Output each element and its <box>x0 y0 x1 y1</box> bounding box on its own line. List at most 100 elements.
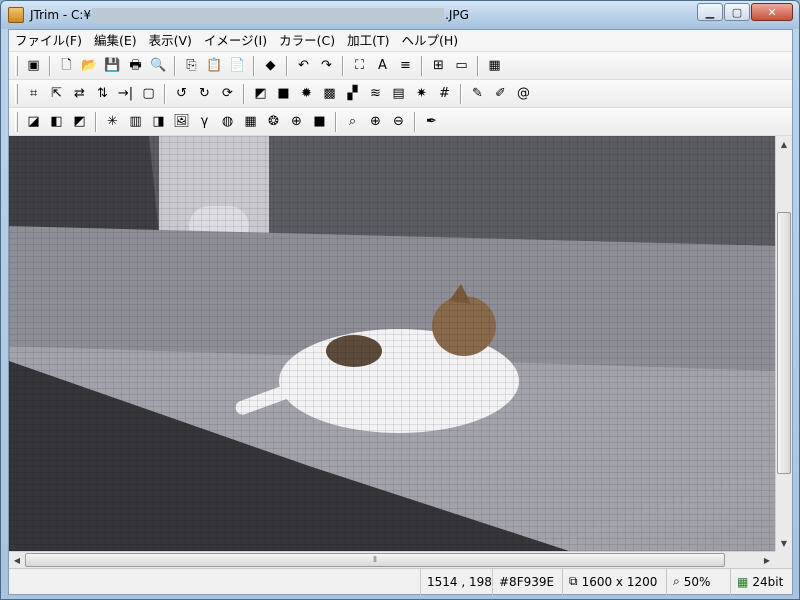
image-size-value: 1600 x 1200 <box>581 574 658 589</box>
menu-edit[interactable]: 編集(E) <box>88 30 143 52</box>
undo-button[interactable]: ↶ <box>292 55 315 77</box>
horizontal-scrollbar[interactable]: ◀ ⦀ ▶ <box>9 551 775 568</box>
grid-view-button[interactable]: ⊞ <box>427 55 450 77</box>
app-window: JTrim - C:¥ .JPG ▁ ▢ ✕ ファイル(F) 編集(E) 表示(… <box>0 0 800 600</box>
rotate-90-left-button[interactable]: ↺ <box>170 83 193 105</box>
grid-view-icon: ⊞ <box>433 58 444 73</box>
print-preview-icon: 🔍 <box>150 58 167 73</box>
paste-button[interactable]: 📋 <box>203 55 226 77</box>
horizontal-scroll-thumb[interactable]: ⦀ <box>25 553 725 567</box>
frame-button[interactable]: ▭ <box>450 55 473 77</box>
spiral-button[interactable]: @ <box>512 83 535 105</box>
color-balance-icon: ◨ <box>152 114 165 129</box>
xor-button[interactable]: ⊕ <box>285 111 308 133</box>
contrast-button[interactable]: ◩ <box>68 111 91 133</box>
fit-window-button[interactable]: ⛶ <box>348 55 371 77</box>
border-button[interactable]: ▢ <box>137 83 160 105</box>
color-bars-button[interactable]: ▥ <box>124 111 147 133</box>
palette-button[interactable]: ▦ <box>483 55 506 77</box>
toolbar-grip[interactable] <box>15 111 18 132</box>
open-window-button[interactable]: ▣ <box>22 55 45 77</box>
gradient-button[interactable]: ◪ <box>22 111 45 133</box>
menu-view[interactable]: 表示(V) <box>143 30 198 52</box>
dark-button[interactable]: ■ <box>308 111 331 133</box>
title-bar[interactable]: JTrim - C:¥ .JPG ▁ ▢ ✕ <box>1 1 799 29</box>
shrink-icon: →| <box>117 86 134 101</box>
resize-icon: ⇱ <box>51 86 62 101</box>
edge-icon: # <box>439 86 450 101</box>
scroll-down-arrow[interactable]: ▼ <box>776 535 792 551</box>
toolbar-grip[interactable] <box>15 55 18 76</box>
brush-button[interactable]: ✐ <box>489 83 512 105</box>
edge-button[interactable]: # <box>433 83 456 105</box>
toolbar-grip[interactable] <box>15 83 18 104</box>
window-controls: ▁ ▢ ✕ <box>696 3 793 21</box>
text-icon: A <box>378 58 387 73</box>
copy-button[interactable]: ⎘ <box>180 55 203 77</box>
paste-new-button[interactable]: 📄 <box>226 55 249 77</box>
color-wheel-button[interactable]: ◍ <box>216 111 239 133</box>
rotate-90-left-icon: ↺ <box>176 86 187 101</box>
sparkle-filter-button[interactable]: ✳ <box>101 111 124 133</box>
print-preview-button[interactable]: 🔍 <box>147 55 170 77</box>
print-button[interactable]: 🖶 <box>124 55 147 77</box>
rotate-90-right-button[interactable]: ↻ <box>193 83 216 105</box>
wave-button[interactable]: ≋ <box>364 83 387 105</box>
vertical-scroll-thumb[interactable] <box>777 212 791 474</box>
resize-button[interactable]: ⇱ <box>45 83 68 105</box>
zoom-out-button[interactable]: ⊖ <box>387 111 410 133</box>
gamma-button[interactable]: γ <box>193 111 216 133</box>
emboss-button[interactable]: ▤ <box>387 83 410 105</box>
print-icon: 🖶 <box>129 58 142 73</box>
scroll-up-arrow[interactable]: ▲ <box>776 136 792 152</box>
vertical-scrollbar[interactable]: ▲ ▼ <box>775 136 792 551</box>
toolbar-separator <box>243 83 245 104</box>
paste-new-icon: 📄 <box>229 58 246 73</box>
toolbar-main: ▣ 🗋 📂 💾 🖶 🔍 ⎘ 📋 📄 ◆ ↶ ↷ ⛶ A ≡ ⊞ ▭ ▦ <box>9 52 792 80</box>
redo-button[interactable]: ↷ <box>315 55 338 77</box>
menu-help[interactable]: ヘルプ(H) <box>396 30 465 52</box>
checker-button[interactable]: ▦ <box>239 111 262 133</box>
minimize-button[interactable]: ▁ <box>697 3 723 21</box>
sepia-button[interactable]: ◧ <box>45 111 68 133</box>
image-button[interactable]: 🖼 <box>170 111 193 133</box>
pen-button[interactable]: ✎ <box>466 83 489 105</box>
gray-box-button[interactable]: ■ <box>272 83 295 105</box>
rgb-button[interactable]: ❂ <box>262 111 285 133</box>
zoom-in-button[interactable]: ⊕ <box>364 111 387 133</box>
menu-process[interactable]: 加工(T) <box>341 30 395 52</box>
color-balance-button[interactable]: ◨ <box>147 111 170 133</box>
toolbar-image: ⌗ ⇱ ⇄ ⇅ →| ▢ ↺ ↻ ⟳ ◩ ■ ✹ ▩ ▞ ≋ ▤ ✷ # ✎ ✐ @ <box>9 80 792 108</box>
open-folder-button[interactable]: 📂 <box>78 55 101 77</box>
save-button[interactable]: 💾 <box>101 55 124 77</box>
align-button[interactable]: ≡ <box>394 55 417 77</box>
menu-color[interactable]: カラー(C) <box>273 30 341 52</box>
eyedropper-button[interactable]: ✒ <box>420 111 443 133</box>
blur-button[interactable]: ✹ <box>295 83 318 105</box>
sparkle-button[interactable]: ✷ <box>410 83 433 105</box>
rotate-free-button[interactable]: ⟳ <box>216 83 239 105</box>
image-canvas[interactable] <box>9 136 775 551</box>
scroll-left-arrow[interactable]: ◀ <box>9 552 25 568</box>
flip-vertical-button[interactable]: ⇅ <box>91 83 114 105</box>
noise-button[interactable]: ▩ <box>318 83 341 105</box>
app-icon[interactable] <box>8 7 24 23</box>
open-window-icon: ▣ <box>27 58 40 73</box>
mosaic-button[interactable]: ▞ <box>341 83 364 105</box>
contrast-icon: ◩ <box>73 114 86 129</box>
zoom-menu-button[interactable]: ⌕ <box>341 111 364 133</box>
shadow-button[interactable]: ◩ <box>249 83 272 105</box>
menu-image[interactable]: イメージ(I) <box>198 30 273 52</box>
menu-file[interactable]: ファイル(F) <box>9 30 88 52</box>
toolbar-separator <box>174 55 176 76</box>
scroll-right-arrow[interactable]: ▶ <box>759 552 775 568</box>
status-bit-depth: ▦ 24bit <box>730 568 792 595</box>
clip-button[interactable]: ◆ <box>259 55 282 77</box>
flip-horizontal-button[interactable]: ⇄ <box>68 83 91 105</box>
close-button[interactable]: ✕ <box>751 3 793 21</box>
crop-button[interactable]: ⌗ <box>22 83 45 105</box>
maximize-button[interactable]: ▢ <box>724 3 750 21</box>
new-file-button[interactable]: 🗋 <box>55 55 78 77</box>
text-button[interactable]: A <box>371 55 394 77</box>
shrink-button[interactable]: →| <box>114 83 137 105</box>
